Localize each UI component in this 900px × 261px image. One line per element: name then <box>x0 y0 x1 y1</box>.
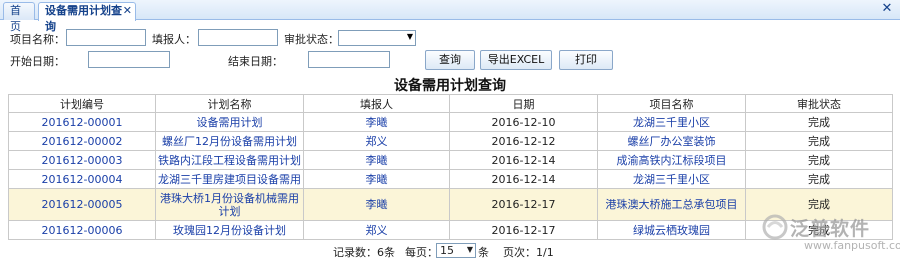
header-project-name: 项目名称 <box>597 94 746 113</box>
reporter-link[interactable]: 李曦 <box>303 188 450 221</box>
plan-number-link[interactable]: 201612-00005 <box>8 188 156 221</box>
print-button[interactable]: 打印 <box>559 50 613 70</box>
per-page-select[interactable]: 15 ▼ <box>436 243 476 258</box>
project-name-label: 项目名称： <box>10 33 65 46</box>
plan-name-link[interactable]: 港珠大桥1月份设备机械需用计划 <box>155 188 304 221</box>
project-name-link[interactable]: 螺丝厂办公室装饰 <box>597 131 746 151</box>
watermark-logo: 泛普软件 www.fanpusoft.com <box>762 212 900 256</box>
date-cell: 2016-12-17 <box>449 188 598 221</box>
plan-name-link[interactable]: 龙湖三千里房建项目设备需用 <box>155 169 304 189</box>
plan-name-link[interactable]: 设备需用计划 <box>155 112 304 132</box>
project-name-link[interactable]: 成渝高铁内江标段项目 <box>597 150 746 170</box>
reporter-link[interactable]: 李曦 <box>303 112 450 132</box>
project-name-link[interactable]: 龙湖三千里小区 <box>597 169 746 189</box>
date-cell: 2016-12-10 <box>449 112 598 132</box>
tab-equipment-plan-query[interactable]: 设备需用计划查询 ✕ <box>38 2 136 33</box>
project-name-link[interactable]: 龙湖三千里小区 <box>597 112 746 132</box>
approval-status-select[interactable]: ▼ <box>338 30 416 46</box>
reporter-link[interactable]: 郑义 <box>303 131 450 151</box>
table-row[interactable]: 201612-00004 龙湖三千里房建项目设备需用 李曦 2016-12-14… <box>8 169 893 189</box>
tab-bar: 首页 设备需用计划查询 ✕ ✕ <box>0 0 900 33</box>
table-header-row: 计划编号 计划名称 填报人 日期 项目名称 审批状态 <box>8 94 893 113</box>
dropdown-arrow-icon: ▼ <box>466 245 473 254</box>
date-cell: 2016-12-14 <box>449 169 598 189</box>
table-row-highlighted[interactable]: 201612-00005 港珠大桥1月份设备机械需用计划 李曦 2016-12-… <box>8 188 893 221</box>
tab-close-icon[interactable]: ✕ <box>123 3 132 19</box>
plan-name-link[interactable]: 铁路内江段工程设备需用计划 <box>155 150 304 170</box>
header-approval-status: 审批状态 <box>745 94 893 113</box>
plan-number-link[interactable]: 201612-00003 <box>8 150 156 170</box>
start-date-input[interactable] <box>88 51 170 68</box>
reporter-input[interactable] <box>198 29 278 46</box>
status-cell: 完成 <box>745 112 893 132</box>
plan-number-link[interactable]: 201612-00006 <box>8 220 156 240</box>
window-close-icon[interactable]: ✕ <box>880 2 894 16</box>
logo-icon <box>762 214 788 240</box>
header-reporter: 填报人 <box>303 94 450 113</box>
status-cell: 完成 <box>745 131 893 151</box>
project-name-input[interactable] <box>66 29 146 46</box>
logo-name: 泛普软件 <box>790 218 871 240</box>
tab-home[interactable]: 首页 <box>3 2 35 33</box>
record-count: 记录数：6条 <box>333 246 395 259</box>
date-cell: 2016-12-12 <box>449 131 598 151</box>
query-button[interactable]: 查询 <box>425 50 475 70</box>
end-date-label: 结束日期： <box>228 55 283 68</box>
dropdown-arrow-icon: ▼ <box>406 32 413 41</box>
plan-number-link[interactable]: 201612-00004 <box>8 169 156 189</box>
status-cell: 完成 <box>745 150 893 170</box>
logo-url: www.fanpusoft.com <box>804 239 900 252</box>
status-cell: 完成 <box>745 169 893 189</box>
reporter-label: 填报人： <box>152 33 196 46</box>
start-date-label: 开始日期： <box>10 55 65 68</box>
table-row[interactable]: 201612-00006 玫瑰园12月份设备计划 郑义 2016-12-17 绿… <box>8 220 893 240</box>
project-name-link[interactable]: 港珠澳大桥施工总承包项目 <box>597 188 746 221</box>
reporter-link[interactable]: 李曦 <box>303 150 450 170</box>
plan-name-link[interactable]: 螺丝厂12月份设备需用计划 <box>155 131 304 151</box>
page-info: 页次：1/1 <box>503 246 554 259</box>
page-title: 设备需用计划查询 <box>394 78 506 94</box>
table-row[interactable]: 201612-00001 设备需用计划 李曦 2016-12-10 龙湖三千里小… <box>8 112 893 132</box>
header-date: 日期 <box>449 94 598 113</box>
per-page-label: 每页： <box>405 246 438 259</box>
reporter-link[interactable]: 李曦 <box>303 169 450 189</box>
project-name-link[interactable]: 绿城云栖玫瑰园 <box>597 220 746 240</box>
per-page-value: 15 <box>440 244 454 257</box>
table-row[interactable]: 201612-00003 铁路内江段工程设备需用计划 李曦 2016-12-14… <box>8 150 893 170</box>
table-row[interactable]: 201612-00002 螺丝厂12月份设备需用计划 郑义 2016-12-12… <box>8 131 893 151</box>
export-excel-button[interactable]: 导出EXCEL <box>480 50 552 70</box>
header-plan-number: 计划编号 <box>8 94 156 113</box>
reporter-link[interactable]: 郑义 <box>303 220 450 240</box>
plan-table: 计划编号 计划名称 填报人 日期 项目名称 审批状态 201612-00001 … <box>8 94 893 240</box>
per-page-unit: 条 <box>478 246 489 259</box>
date-cell: 2016-12-17 <box>449 220 598 240</box>
header-plan-name: 计划名称 <box>155 94 304 113</box>
tab-home-label: 首页 <box>10 4 21 33</box>
plan-number-link[interactable]: 201612-00001 <box>8 112 156 132</box>
plan-name-link[interactable]: 玫瑰园12月份设备计划 <box>155 220 304 240</box>
end-date-input[interactable] <box>308 51 390 68</box>
date-cell: 2016-12-14 <box>449 150 598 170</box>
approval-status-label: 审批状态： <box>284 33 339 46</box>
plan-number-link[interactable]: 201612-00002 <box>8 131 156 151</box>
